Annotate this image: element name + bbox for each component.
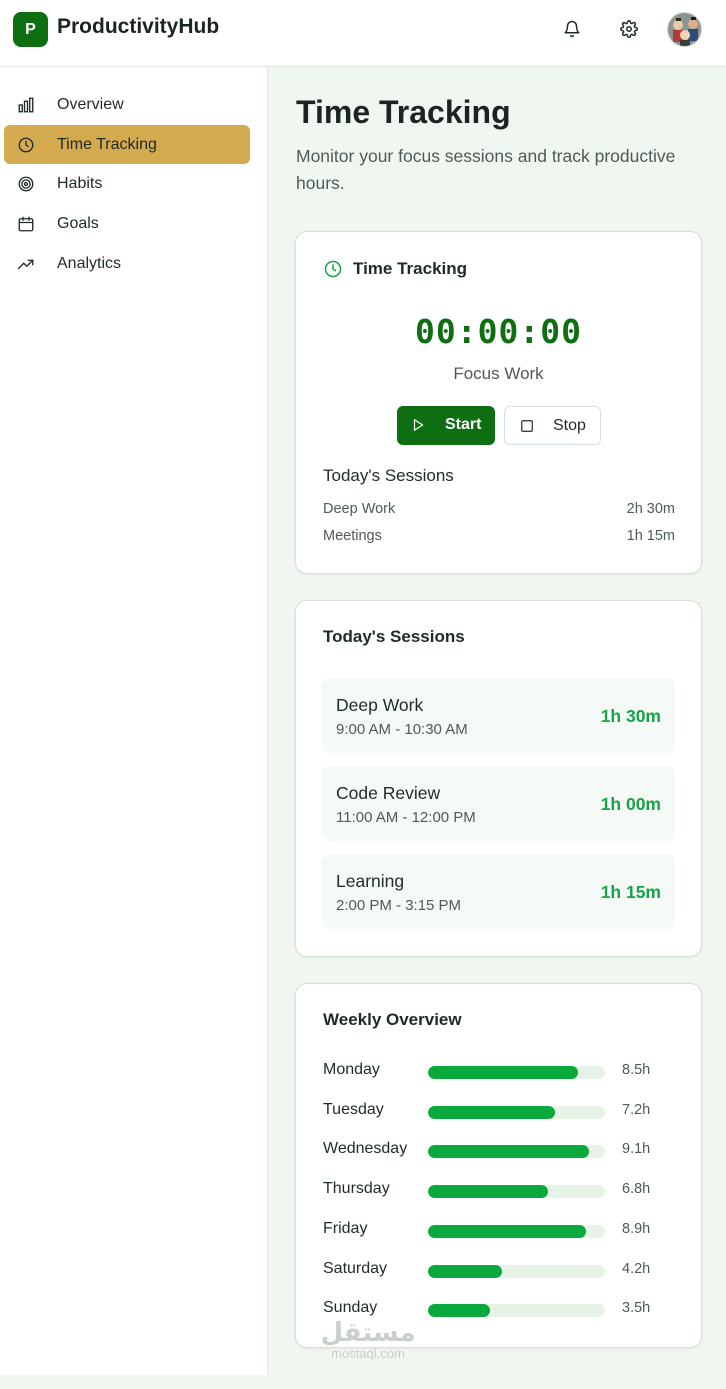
clock-icon bbox=[324, 260, 342, 278]
hours-label: 9.1h bbox=[622, 1141, 651, 1158]
stop-icon bbox=[521, 420, 533, 432]
sidebar-item-habits[interactable]: Habits bbox=[4, 164, 250, 203]
day-label: Saturday bbox=[323, 1259, 388, 1277]
weekly-row: Wednesday 9.1h bbox=[323, 1137, 676, 1161]
session-item[interactable]: Code Review 11:00 AM - 12:00 PM 1h 00m bbox=[322, 766, 675, 841]
weekly-row: Friday 8.9h bbox=[323, 1217, 676, 1241]
progress-fill bbox=[428, 1145, 590, 1159]
hours-label: 7.2h bbox=[622, 1101, 651, 1118]
session-duration: 1h 00m bbox=[600, 794, 661, 814]
progress-track bbox=[428, 1105, 605, 1119]
watermark: مستقل mostaql.com bbox=[318, 1318, 418, 1361]
session-name: Deep Work bbox=[336, 695, 424, 715]
session-name: Code Review bbox=[336, 783, 441, 803]
session-time: 11:00 AM - 12:00 PM bbox=[336, 809, 476, 826]
calendar-icon bbox=[18, 216, 34, 232]
sidebar-item-overview[interactable]: Overview bbox=[4, 85, 250, 124]
sidebar-item-analytics[interactable]: Analytics bbox=[4, 244, 250, 283]
hours-label: 8.5h bbox=[622, 1062, 651, 1078]
sidebar-item-label: Time Tracking bbox=[57, 135, 157, 153]
session-item[interactable]: Deep Work 9:00 AM - 10:30 AM 1h 30m bbox=[322, 678, 675, 753]
target-icon bbox=[18, 176, 34, 192]
page-title: Time Tracking bbox=[296, 94, 511, 130]
list-item: Deep Work 2h 30m bbox=[323, 501, 675, 517]
progress-track bbox=[428, 1185, 605, 1199]
watermark-arabic: مستقل bbox=[320, 1317, 416, 1347]
sidebar: Overview Time Tracking Habits Goals Anal… bbox=[0, 67, 268, 1375]
logo-letter: P bbox=[25, 20, 36, 38]
day-label: Wednesday bbox=[323, 1140, 408, 1158]
sessions-card-title: Today's Sessions bbox=[323, 627, 465, 646]
sessions-card: Today's Sessions Deep Work 9:00 AM - 10:… bbox=[295, 600, 702, 957]
session-time: 9:00 AM - 10:30 AM bbox=[336, 721, 468, 738]
timer-card-title: Time Tracking bbox=[353, 259, 468, 278]
start-button[interactable]: Start bbox=[397, 406, 495, 445]
session-duration: 1h 15m bbox=[600, 882, 661, 902]
session-name: Learning bbox=[336, 871, 405, 891]
session-item[interactable]: Learning 2:00 PM - 3:15 PM 1h 15m bbox=[322, 854, 675, 929]
page-subtitle: Monitor your focus sessions and track pr… bbox=[296, 146, 676, 193]
weekly-row: Monday 8.5h bbox=[323, 1058, 676, 1082]
sidebar-item-time-tracking[interactable]: Time Tracking bbox=[4, 125, 250, 164]
play-icon bbox=[413, 419, 424, 431]
session-name: Meetings bbox=[323, 528, 382, 544]
progress-fill bbox=[428, 1105, 556, 1119]
hours-label: 8.9h bbox=[622, 1220, 651, 1237]
weekly-overview-card: Weekly Overview Monday 8.5h Tuesday 7.2h Wed… bbox=[295, 983, 702, 1348]
session-duration: 1h 30m bbox=[600, 706, 661, 726]
sidebar-item-label: Habits bbox=[57, 174, 103, 192]
day-label: Monday bbox=[323, 1061, 380, 1078]
list-item: Meetings 1h 15m bbox=[323, 528, 675, 544]
progress-track bbox=[428, 1304, 605, 1318]
start-button-label: Start bbox=[445, 416, 482, 433]
gear-icon[interactable] bbox=[618, 18, 640, 40]
top-bar: P ProductivityHub bbox=[0, 0, 726, 67]
sidebar-item-label: Overview bbox=[57, 95, 124, 113]
logo: P bbox=[13, 12, 48, 47]
day-label: Sunday bbox=[323, 1299, 378, 1317]
trending-up-icon bbox=[17, 259, 34, 270]
hours-label: 3.5h bbox=[622, 1300, 651, 1317]
progress-fill bbox=[428, 1185, 549, 1199]
progress-fill bbox=[428, 1224, 586, 1238]
progress-track bbox=[428, 1224, 605, 1238]
sidebar-item-label: Analytics bbox=[57, 254, 122, 272]
hours-label: 4.2h bbox=[622, 1260, 651, 1277]
day-label: Friday bbox=[323, 1219, 368, 1237]
stop-button-label: Stop bbox=[553, 417, 586, 434]
day-label: Tuesday bbox=[323, 1100, 384, 1118]
sidebar-item-label: Goals bbox=[57, 214, 99, 232]
clock-icon bbox=[18, 137, 34, 153]
app-name: ProductivityHub bbox=[57, 15, 220, 38]
timer-card: Time Tracking 00:00:00 Focus Work Start … bbox=[295, 231, 702, 574]
weekly-row: Thursday 6.8h bbox=[323, 1177, 676, 1201]
progress-track bbox=[428, 1145, 605, 1159]
session-duration: 1h 15m bbox=[626, 528, 675, 544]
timer-display: 00:00:00 bbox=[415, 312, 582, 351]
progress-fill bbox=[428, 1066, 579, 1079]
sidebar-item-goals[interactable]: Goals bbox=[4, 204, 250, 243]
weekly-row: Tuesday 7.2h bbox=[323, 1098, 676, 1122]
activity-label: Focus Work bbox=[453, 364, 544, 383]
progress-track bbox=[428, 1066, 605, 1079]
session-time: 2:00 PM - 3:15 PM bbox=[336, 897, 462, 914]
progress-fill bbox=[428, 1264, 503, 1278]
progress-track bbox=[428, 1264, 605, 1278]
hours-label: 6.8h bbox=[622, 1181, 651, 1198]
weekly-card-title: Weekly Overview bbox=[323, 1010, 462, 1029]
watermark-latin: mostaql.com bbox=[331, 1346, 405, 1361]
weekly-row: Saturday 4.2h bbox=[323, 1257, 676, 1281]
day-label: Thursday bbox=[323, 1180, 390, 1198]
avatar[interactable] bbox=[667, 12, 702, 47]
session-duration: 2h 30m bbox=[626, 501, 675, 517]
bar-chart-icon bbox=[18, 97, 34, 113]
main-content: Time Tracking Monitor your focus session… bbox=[269, 67, 726, 1375]
todays-sessions-heading: Today's Sessions bbox=[323, 466, 454, 485]
session-name: Deep Work bbox=[323, 501, 396, 517]
stop-button[interactable]: Stop bbox=[504, 406, 601, 445]
progress-fill bbox=[428, 1304, 490, 1318]
bell-icon[interactable] bbox=[561, 18, 583, 40]
